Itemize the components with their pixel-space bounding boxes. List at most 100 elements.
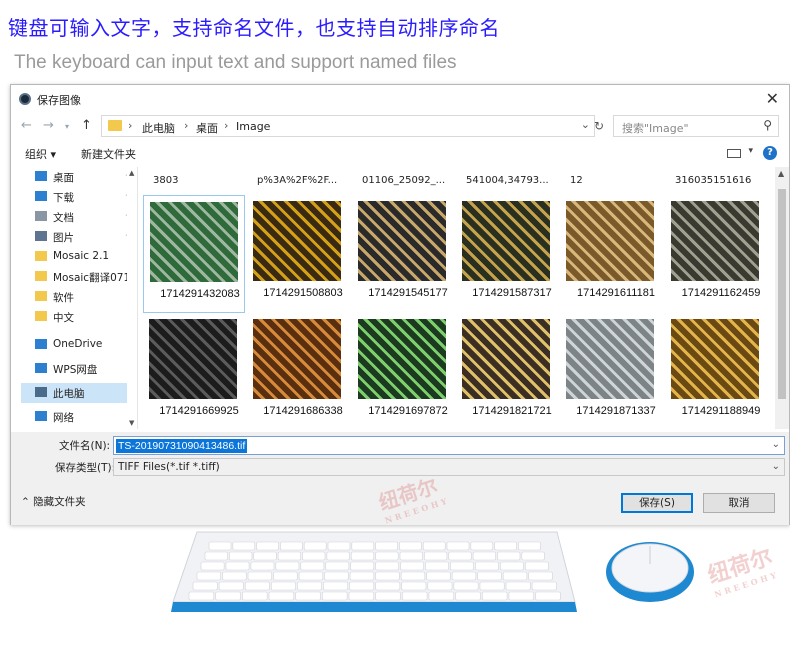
sidebar-item[interactable]: 软件 bbox=[21, 287, 135, 307]
file-name: 1714291432083 bbox=[160, 288, 240, 300]
sidebar-item-label: OneDrive bbox=[53, 338, 103, 350]
breadcrumb-desktop[interactable]: 桌面 bbox=[196, 120, 218, 136]
keyboard-key bbox=[280, 541, 303, 551]
keyboard-key bbox=[451, 571, 477, 581]
keyboard-key bbox=[422, 541, 446, 551]
file-name-partial[interactable]: 541004,34793... bbox=[466, 175, 549, 186]
file-name-partial[interactable]: 3803 bbox=[153, 175, 178, 186]
file-thumbnail bbox=[566, 319, 654, 399]
sidebar-item[interactable]: 此电脑 bbox=[21, 383, 135, 403]
keyboard-key bbox=[524, 561, 549, 571]
keyboard-key bbox=[326, 551, 350, 561]
recent-chevron-icon[interactable]: ▾ bbox=[65, 122, 69, 131]
scroll-up-icon[interactable]: ▲ bbox=[778, 169, 784, 178]
sidebar-item[interactable]: WPS网盘 bbox=[21, 359, 135, 379]
cloud-icon bbox=[35, 363, 47, 373]
file-tile[interactable]: 1714291432083 bbox=[143, 195, 245, 313]
help-icon[interactable]: ? bbox=[763, 146, 777, 160]
keyboard-key bbox=[302, 551, 326, 561]
keyboard-key bbox=[426, 571, 451, 581]
download-icon bbox=[35, 191, 47, 201]
keyboard-key bbox=[349, 581, 375, 591]
keyboard-key bbox=[298, 571, 324, 581]
navigation-scrollbar[interactable]: ▲ ▼ bbox=[127, 167, 137, 429]
save-image-dialog: 保存图像 ✕ ← → ▾ ↑ › 此电脑 › 桌面 › Image ⌄ ↻ 搜索… bbox=[10, 84, 790, 525]
file-name-partial[interactable]: p%3A%2F%2F... bbox=[257, 175, 337, 186]
search-input[interactable]: 搜索"Image" ⚲ bbox=[613, 115, 779, 137]
keyboard-key bbox=[424, 551, 448, 561]
file-tile[interactable]: 1714291697872 bbox=[352, 313, 454, 429]
file-name-partial[interactable]: 01106_25092_... bbox=[362, 175, 445, 186]
keyboard-key bbox=[253, 551, 277, 561]
sidebar-item[interactable]: 网络 bbox=[21, 407, 135, 427]
up-arrow-icon[interactable]: ↑ bbox=[81, 118, 92, 133]
keyboard-key bbox=[401, 581, 427, 591]
view-options-icon[interactable] bbox=[727, 149, 741, 158]
filetype-select[interactable]: TIFF Files(*.tif *.tiff) ⌄ bbox=[113, 458, 785, 476]
file-name-partial[interactable]: 316035151616 bbox=[675, 175, 751, 186]
hide-folders-toggle[interactable]: ⌃ 隐藏文件夹 bbox=[21, 494, 86, 509]
filename-label: 文件名(N): bbox=[59, 440, 111, 452]
file-name-partial[interactable]: 12 bbox=[570, 175, 583, 186]
sidebar-item-label: 网络 bbox=[53, 412, 74, 424]
chevron-down-icon[interactable]: ⌄ bbox=[772, 439, 780, 450]
keyboard-key bbox=[375, 591, 401, 601]
organize-button[interactable]: 组织 ▾ bbox=[25, 146, 56, 162]
sidebar-item[interactable]: 中文 bbox=[21, 307, 135, 327]
file-tile[interactable]: 1714291545177 bbox=[352, 195, 454, 313]
scroll-down-icon[interactable]: ▼ bbox=[129, 419, 134, 427]
file-tile[interactable]: 1714291669925 bbox=[143, 313, 245, 429]
file-tile[interactable]: 1714291188949 bbox=[665, 313, 767, 429]
computer-icon bbox=[35, 387, 47, 397]
file-tile[interactable]: 1714291162459 bbox=[665, 195, 767, 313]
sidebar-item[interactable]: 下载✦ bbox=[21, 187, 135, 207]
keyboard-key bbox=[475, 561, 499, 571]
breadcrumb-separator-icon: › bbox=[184, 119, 189, 132]
file-tile[interactable]: 1714291611181 bbox=[560, 195, 662, 313]
sidebar-item[interactable]: Mosaic 2.1 bbox=[21, 247, 135, 267]
refresh-icon[interactable]: ↻ bbox=[589, 116, 609, 136]
folder-icon bbox=[35, 251, 47, 261]
file-name: 1714291669925 bbox=[159, 405, 239, 417]
sidebar-item[interactable]: OneDrive bbox=[21, 335, 135, 355]
file-name: 1714291697872 bbox=[368, 405, 448, 417]
scrollbar-thumb[interactable] bbox=[778, 189, 786, 399]
keyboard-key bbox=[470, 541, 494, 551]
keyboard-key bbox=[350, 561, 375, 571]
breadcrumb-separator-icon: › bbox=[224, 119, 229, 132]
file-tile[interactable]: 1714291508803 bbox=[247, 195, 349, 313]
file-grid-scrollbar[interactable]: ▲ bbox=[775, 167, 789, 429]
sidebar-item[interactable]: Mosaic翻译071 bbox=[21, 267, 135, 287]
sidebar-item[interactable]: 文档✦ bbox=[21, 207, 135, 227]
file-tile[interactable]: 1714291686338 bbox=[247, 313, 349, 429]
file-tile[interactable]: 1714291871337 bbox=[560, 313, 662, 429]
file-thumbnail bbox=[462, 319, 550, 399]
breadcrumb-image[interactable]: Image bbox=[236, 120, 270, 133]
file-tile[interactable]: 1714291821721 bbox=[456, 313, 558, 429]
keyboard-key bbox=[375, 541, 398, 551]
keyboard-key bbox=[275, 561, 300, 571]
cancel-button[interactable]: 取消 bbox=[703, 493, 775, 513]
new-folder-button[interactable]: 新建文件夹 bbox=[81, 146, 136, 162]
watermark-repeat: 纽荷尔 NREEOHY bbox=[703, 539, 781, 600]
breadcrumb-this-pc[interactable]: 此电脑 bbox=[142, 120, 175, 136]
address-input[interactable]: › 此电脑 › 桌面 › Image ⌄ bbox=[101, 115, 595, 137]
forward-arrow-icon[interactable]: → bbox=[43, 118, 54, 133]
file-tile[interactable]: 1714291587317 bbox=[456, 195, 558, 313]
save-form: 文件名(N): TS-20190731090413486.tif ⌄ 保存类型(… bbox=[11, 432, 789, 478]
filename-input[interactable]: TS-20190731090413486.tif ⌄ bbox=[113, 436, 785, 455]
keyboard-key bbox=[225, 561, 250, 571]
view-caret-icon[interactable]: ▾ bbox=[748, 146, 753, 156]
save-button[interactable]: 保存(S) bbox=[621, 493, 693, 513]
sidebar-item-label: WPS网盘 bbox=[53, 364, 98, 376]
keyboard-key bbox=[351, 541, 375, 551]
keyboard-key bbox=[497, 551, 521, 561]
keyboard-key bbox=[295, 591, 321, 601]
sidebar-item[interactable]: 桌面✦ bbox=[21, 167, 135, 187]
file-thumbnail bbox=[253, 201, 341, 281]
scroll-up-icon[interactable]: ▲ bbox=[129, 169, 134, 177]
file-name: 1714291508803 bbox=[263, 287, 343, 299]
close-icon[interactable]: ✕ bbox=[766, 89, 779, 108]
back-arrow-icon[interactable]: ← bbox=[21, 118, 32, 133]
sidebar-item[interactable]: 图片✦ bbox=[21, 227, 135, 247]
